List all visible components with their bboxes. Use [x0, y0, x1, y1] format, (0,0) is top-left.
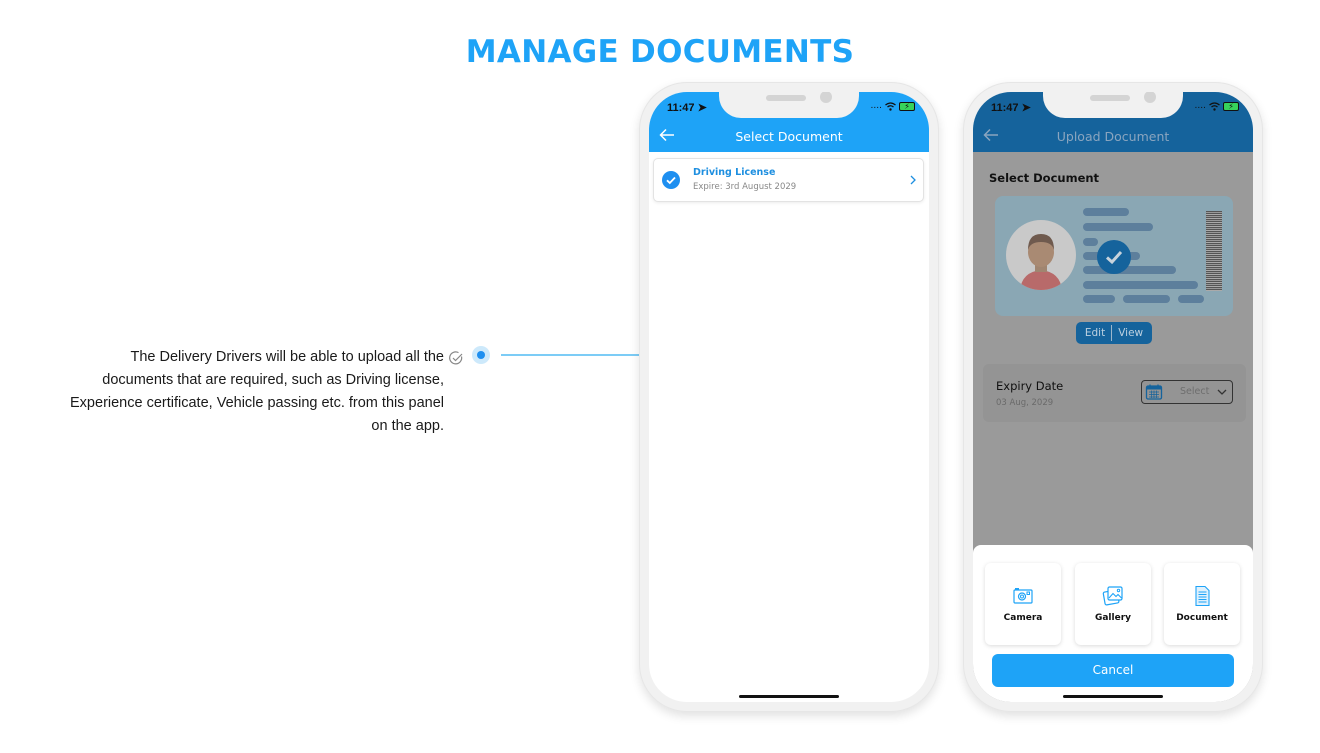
location-arrow-icon: ➤	[1021, 102, 1031, 114]
expiry-date-label: Expiry Date	[996, 379, 1064, 393]
camera-option[interactable]: Camera	[985, 563, 1061, 645]
chevron-right-icon	[910, 175, 916, 185]
edit-button[interactable]: Edit	[1079, 327, 1111, 339]
gallery-icon	[1102, 586, 1123, 606]
expiry-date-value: 03 Aug, 2029	[996, 398, 1054, 408]
view-button[interactable]: View	[1112, 327, 1149, 339]
date-picker[interactable]: Select	[1141, 380, 1233, 404]
signal-icon: ....	[870, 101, 882, 111]
chevron-down-icon	[1217, 389, 1227, 395]
verified-check-icon	[1097, 240, 1131, 274]
edit-view-toggle: Edit View	[1076, 322, 1152, 344]
document-name: Driving License	[693, 167, 776, 178]
document-option[interactable]: Document	[1164, 563, 1240, 645]
phone-screen: 11:47 ➤ .... ⚡ Upload Document Select Do…	[973, 92, 1253, 702]
connector-line	[501, 354, 641, 356]
date-select-placeholder: Select	[1180, 386, 1210, 397]
signal-icon: ....	[1194, 101, 1206, 111]
home-indicator	[739, 695, 839, 698]
calendar-icon	[1145, 384, 1163, 400]
connector-dot	[472, 346, 490, 364]
upload-source-sheet: Camera Gallery Document Cancel	[973, 545, 1253, 702]
header-title: Select Document	[735, 129, 843, 144]
page-title: MANAGE DOCUMENTS	[465, 34, 855, 70]
wifi-icon	[1209, 101, 1220, 111]
avatar	[1006, 220, 1076, 290]
select-document-label: Select Document	[989, 171, 1100, 185]
document-list-item[interactable]: Driving License Expire: 3rd August 2029	[653, 158, 924, 202]
cancel-button[interactable]: Cancel	[992, 654, 1234, 687]
battery-charging-icon: ⚡	[899, 101, 915, 111]
document-label: Document	[1176, 613, 1228, 623]
phone-screen: 11:47 ➤ .... ⚡ Select Document Driving L…	[649, 92, 929, 702]
phone-upload-document: 11:47 ➤ .... ⚡ Upload Document Select Do…	[963, 82, 1263, 712]
gallery-option[interactable]: Gallery	[1075, 563, 1151, 645]
check-circle-icon	[662, 171, 680, 189]
document-icon	[1195, 585, 1210, 607]
camera-icon	[1013, 588, 1033, 604]
gallery-label: Gallery	[1094, 613, 1132, 623]
phone-notch	[1043, 92, 1183, 118]
wifi-icon	[885, 101, 896, 111]
expiry-date-section: Expiry Date 03 Aug, 2029 Select	[983, 364, 1246, 422]
person-icon	[1020, 234, 1062, 290]
status-time: 11:47 ➤	[991, 102, 1031, 114]
barcode	[1206, 211, 1222, 291]
phone-select-document: 11:47 ➤ .... ⚡ Select Document Driving L…	[639, 82, 939, 712]
document-expiry: Expire: 3rd August 2029	[693, 182, 797, 192]
status-icons: .... ⚡	[1195, 101, 1239, 111]
location-arrow-icon: ➤	[697, 102, 707, 114]
status-time: 11:47 ➤	[667, 102, 707, 114]
phone-notch	[719, 92, 859, 118]
header-title: Upload Document	[1056, 129, 1170, 144]
status-icons: .... ⚡	[871, 101, 915, 111]
battery-charging-icon: ⚡	[1223, 101, 1239, 111]
id-card-illustration	[995, 196, 1233, 316]
camera-label: Camera	[1003, 613, 1043, 623]
home-indicator	[1063, 695, 1163, 698]
check-circle-outline-icon	[449, 351, 463, 365]
feature-description: The Delivery Drivers will be able to upl…	[70, 349, 444, 434]
